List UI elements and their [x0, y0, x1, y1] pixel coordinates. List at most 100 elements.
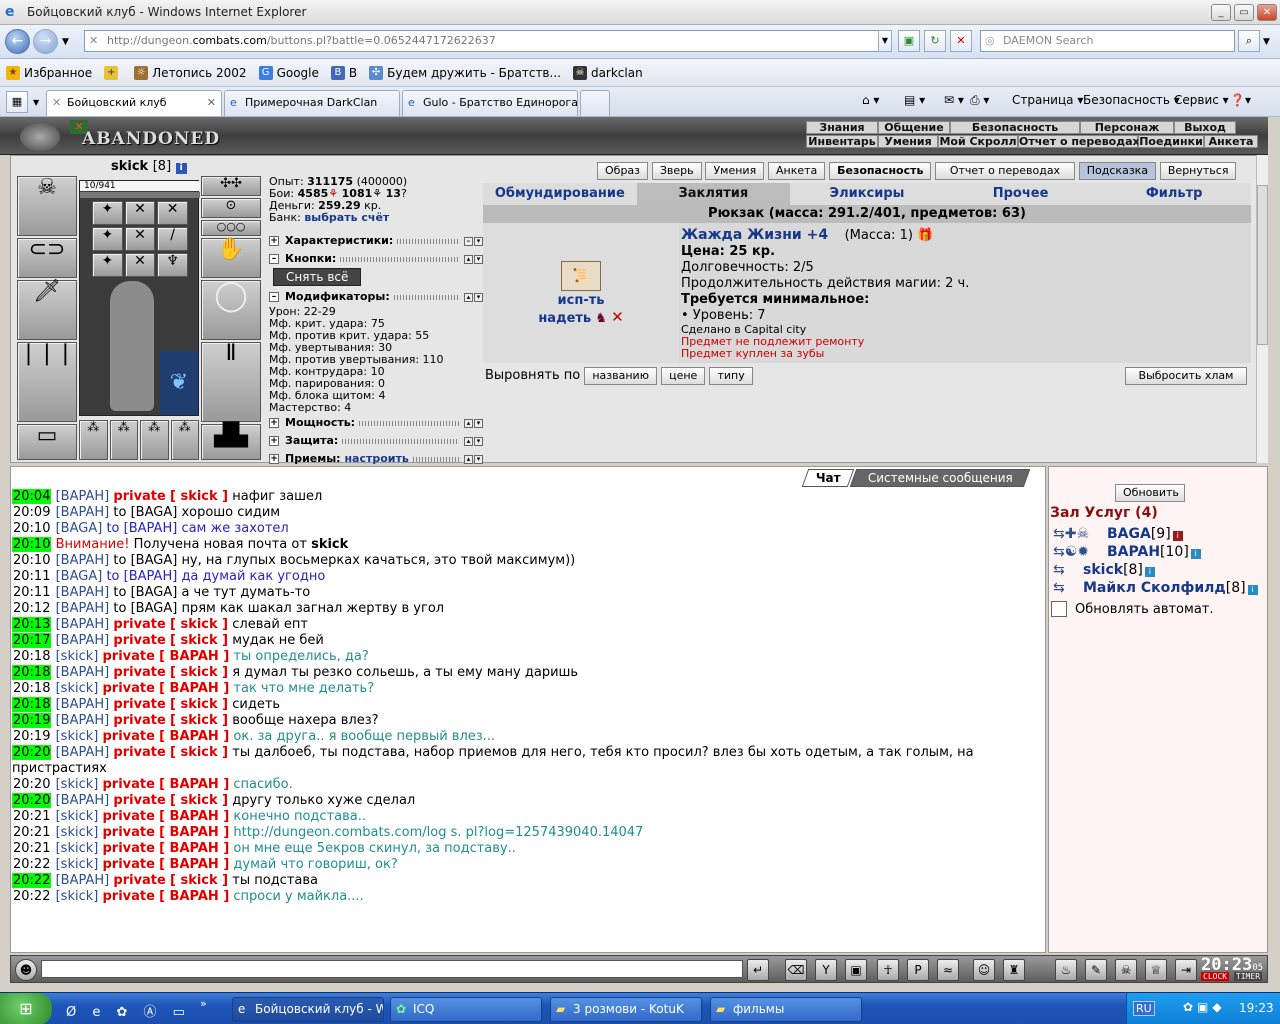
chat-time[interactable]: 20:21 [12, 825, 51, 840]
user-name[interactable]: skick [1083, 562, 1123, 578]
chat-time[interactable]: 20:18 [12, 697, 52, 712]
home-icon[interactable]: ⌂ ▾ [862, 93, 879, 107]
tab-list-icon[interactable]: ▼ [33, 98, 39, 107]
info-icon[interactable]: i [1172, 531, 1183, 541]
tab-equipment[interactable]: Обмундирование [483, 183, 637, 205]
tools-menu[interactable]: Сервис ▾ [1174, 93, 1229, 107]
chat-sender-nick[interactable]: [BAPAH] [56, 793, 110, 808]
user-name[interactable]: BAGA [1107, 526, 1151, 542]
tab-spells[interactable]: Заклятия [636, 183, 791, 205]
chat-recipient-nick[interactable]: [ skick ] [170, 713, 228, 728]
weapon-slot[interactable]: 🗡 [17, 280, 77, 340]
chat-sender-nick[interactable]: skick [311, 537, 348, 552]
sort-by-price-button[interactable]: цене [661, 367, 706, 385]
menu-knowledge[interactable]: Знания [806, 121, 878, 134]
choose-account-link[interactable]: выбрать счёт [304, 211, 389, 224]
menu-my-scroll[interactable]: Мой Скролл [938, 135, 1018, 148]
section-characteristics[interactable]: + Характеристики: – ▾ [269, 232, 483, 250]
image-button[interactable]: Образ [597, 162, 649, 180]
chat-recipient-nick[interactable]: [ BAPAH ] [159, 889, 229, 904]
quicklaunch-icons[interactable]: Ø e ✿ Ⓐ ▭ [66, 1001, 191, 1020]
chat-recipient-nick[interactable]: [ BAPAH ] [159, 857, 229, 872]
pocket-slot[interactable]: ⁂ [140, 420, 169, 460]
menu-exit[interactable]: Выход [1174, 121, 1236, 134]
character-name[interactable]: skick [8] i [111, 159, 187, 174]
delete-item-icon[interactable]: ✕ [611, 308, 624, 326]
tab-filter[interactable]: Фильтр [1097, 183, 1251, 205]
rune-slot[interactable]: / [157, 227, 188, 251]
speed-icon[interactable]: ≈ [937, 959, 959, 981]
filter-icon[interactable]: Y [815, 959, 837, 981]
chat-recipient-nick[interactable]: [ skick ] [170, 665, 228, 680]
exit-icon[interactable]: ⇥ [1175, 959, 1197, 981]
new-tab-button[interactable] [580, 90, 610, 116]
chat-time[interactable]: 20:21 [12, 809, 51, 824]
pet-icon[interactable]: ❦ [160, 351, 198, 415]
stop-icon[interactable]: ✕ [950, 30, 972, 52]
tab-darkclan[interactable]: e Примерочная DarkClan [224, 90, 400, 116]
undress-all-button[interactable]: Снять всё [273, 268, 362, 286]
chat-recipient-nick[interactable]: [ skick ] [170, 633, 228, 648]
chat-recipient-nick[interactable]: [BAGA] [131, 505, 178, 520]
chat-sender-nick[interactable]: [skick] [56, 777, 99, 792]
menu-character[interactable]: Персонаж [1080, 121, 1174, 134]
chat-sender-nick[interactable]: [skick] [56, 681, 99, 696]
pocket-slot[interactable]: ⁂ [79, 420, 108, 460]
chat-recipient-nick[interactable]: [BAPAH] [124, 569, 178, 584]
tab-combats[interactable]: ✕ Бойцовский клуб ✕ [46, 90, 222, 116]
rune-slot[interactable]: ✕ [157, 201, 188, 225]
chat-sender-nick[interactable]: [skick] [56, 857, 99, 872]
fav-link-3[interactable]: BВ [330, 65, 357, 80]
history-dropdown-icon[interactable]: ▼ [62, 37, 69, 47]
rune-slot[interactable]: ♆ [157, 253, 188, 277]
chat-recipient-nick[interactable]: [ skick ] [170, 617, 228, 632]
chat-sender-nick[interactable]: [BAGA] [56, 569, 103, 584]
user-status-icon[interactable]: ⇆✚☠ [1053, 525, 1107, 543]
info-icon[interactable]: i [175, 163, 187, 174]
task-icq[interactable]: ✿ ICQ [390, 997, 542, 1022]
page-menu[interactable]: Страница ▾ [1012, 93, 1083, 107]
send-icon[interactable]: ↵ [747, 959, 769, 981]
pl-icon[interactable]: P [907, 959, 929, 981]
hint-button[interactable]: Подсказка [1078, 162, 1157, 180]
item-name[interactable]: Жажда Жизни +4 [681, 227, 828, 243]
minimize-button[interactable]: _ [1211, 4, 1231, 21]
chat-time[interactable]: 20:09 [12, 505, 51, 520]
chat-sender-nick[interactable]: [BAPAH] [56, 505, 110, 520]
shield-slot[interactable]: ◯ [201, 280, 261, 340]
info-icon[interactable]: i [1144, 567, 1155, 577]
amulet-slot[interactable]: ⊙ [201, 198, 261, 218]
task-chat[interactable]: ▰ 3 розмови - KotuK [550, 997, 702, 1022]
chat-time[interactable]: 20:19 [12, 729, 51, 744]
quick-tabs-icon[interactable]: ▦ [6, 91, 28, 113]
user-status-icon[interactable]: ⇆ [1053, 579, 1083, 597]
security-menu[interactable]: Безопасность ▾ [1083, 93, 1180, 107]
chat-time[interactable]: 20:04 [12, 489, 52, 504]
skills-button[interactable]: Умения [705, 162, 765, 180]
chat-sender-nick[interactable]: [BAPAH] [56, 633, 110, 648]
section-power[interactable]: + Мощность: ▴ ▾ [269, 414, 483, 432]
rune-slot[interactable]: ✕ [124, 201, 156, 225]
return-button[interactable]: Вернуться [1159, 162, 1237, 180]
fav-link-5[interactable]: ☠ darkclan [572, 65, 643, 80]
security-button[interactable]: Безопасность [829, 162, 932, 180]
chat-recipient-nick[interactable]: [BAPAH] [124, 521, 178, 536]
rings-slot[interactable]: ○○○ [201, 220, 261, 236]
refresh-room-button[interactable]: Обновить [1115, 484, 1185, 502]
fav-link-2[interactable]: G Google [258, 65, 319, 80]
auto-refresh-checkbox[interactable] [1051, 601, 1067, 617]
tray-icons[interactable]: ✿▣◆ [1183, 1000, 1226, 1014]
tab-other[interactable]: Прочее [944, 183, 1098, 205]
section-defense[interactable]: + Защита: ▴ ▾ [269, 432, 483, 450]
user-status-icon[interactable]: ⇆☯✹ [1053, 543, 1107, 561]
configure-tricks-link[interactable]: настроить [344, 453, 408, 465]
rune-slot[interactable]: ✦ [92, 201, 123, 225]
menu-inventory[interactable]: Инвентарь [806, 135, 878, 148]
menu-transfer-report[interactable]: Отчет о переводах [1018, 135, 1140, 148]
pocket-slot[interactable]: ⁂ [109, 420, 138, 460]
chat-recipient-nick[interactable]: [ BAPAH ] [159, 841, 229, 856]
rune-slot[interactable]: ✕ [124, 253, 156, 277]
tab-close-icon[interactable]: ✕ [207, 91, 216, 115]
throw-junk-button[interactable]: Выбросить хлам [1125, 367, 1247, 385]
chat-input[interactable] [41, 960, 743, 978]
